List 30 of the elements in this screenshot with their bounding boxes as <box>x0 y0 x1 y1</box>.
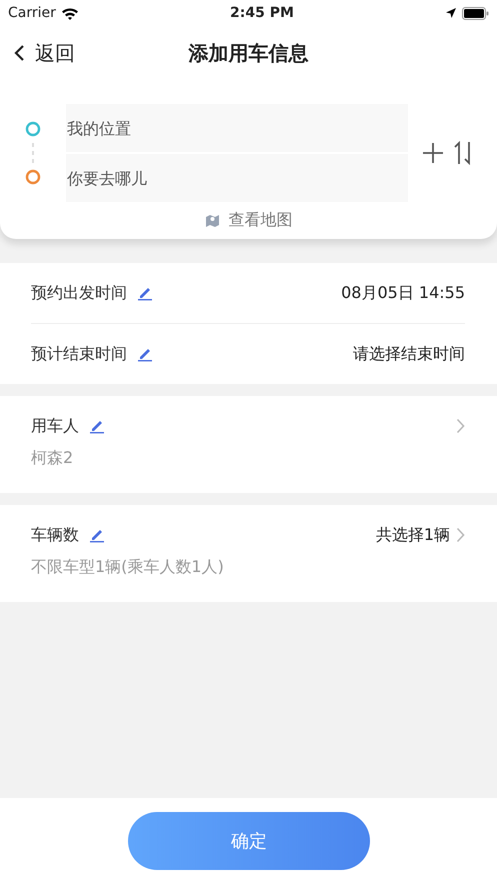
location-arrow-icon <box>445 7 457 19</box>
pencil-icon <box>137 346 153 362</box>
pencil-icon <box>89 418 105 434</box>
field-value[interactable]: 08月05日 14:55 <box>341 282 465 304</box>
field-value[interactable]: 请选择结束时间 <box>353 344 465 364</box>
chevron-left-icon <box>14 44 25 62</box>
swap-button[interactable] <box>452 141 472 165</box>
field-value[interactable]: 共选择1辆 <box>376 524 450 546</box>
plus-icon <box>422 142 444 164</box>
field-label: 预约出发时间 <box>31 282 127 304</box>
field-detail: 不限车型1辆(乘车人数1人) <box>31 557 225 578</box>
view-map-link[interactable]: 查看地图 <box>204 210 292 231</box>
carrier-label: Carrier <box>8 5 56 21</box>
back-button[interactable]: 返回 <box>0 40 75 66</box>
field-label: 用车人 <box>31 416 79 436</box>
dotted-line-icon <box>31 140 35 166</box>
field-detail: 柯森2 <box>31 448 74 469</box>
clock-time: 2:45 PM <box>230 5 294 21</box>
wifi-icon <box>60 6 79 20</box>
map-pin-icon <box>204 213 220 228</box>
location-field[interactable]: 你要去哪儿 <box>66 154 408 202</box>
field-label: 预计结束时间 <box>31 344 127 364</box>
pencil-icon <box>137 285 153 301</box>
battery-icon <box>462 6 489 20</box>
page-title: 添加用车信息 <box>188 40 308 66</box>
swap-arrows-icon <box>452 141 472 165</box>
field-label: 车辆数 <box>31 524 79 546</box>
add-stop-button[interactable] <box>422 142 444 164</box>
location-field[interactable]: 我的位置 <box>66 104 408 152</box>
pencil-icon <box>89 527 105 543</box>
